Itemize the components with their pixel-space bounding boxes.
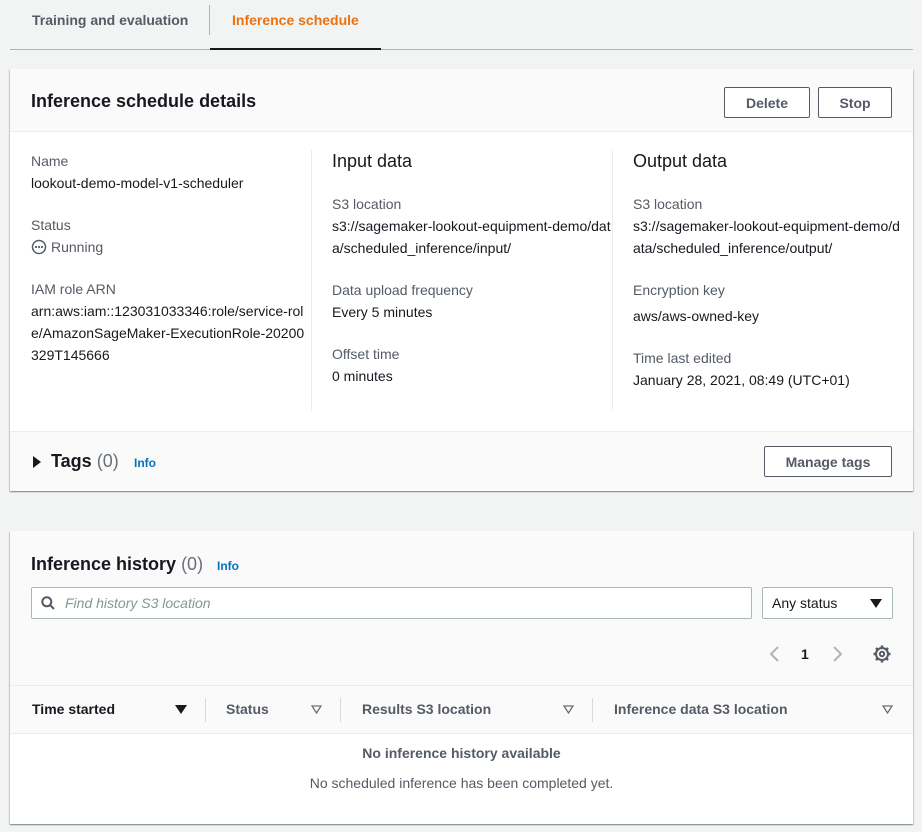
- page-number[interactable]: 1: [801, 646, 809, 662]
- offset-time-label: Offset time: [332, 346, 400, 362]
- name-value: lookout-demo-model-v1-scheduler: [31, 175, 244, 191]
- status-indicator: Running: [31, 236, 311, 258]
- status-filter-value: Any status: [772, 595, 838, 611]
- column-divider: [592, 698, 593, 722]
- encryption-key-label: Encryption key: [633, 282, 725, 298]
- column-divider: [340, 698, 341, 722]
- empty-state-description: No scheduled inference has been complete…: [309, 775, 614, 791]
- column-divider: [311, 150, 312, 411]
- upload-frequency-label: Data upload frequency: [332, 282, 473, 298]
- history-title: Inference history (0): [31, 554, 203, 575]
- input-s3-value: s3://sagemaker-lookout-equipment-demo/da…: [332, 218, 611, 256]
- history-header: Inference history (0) Info Find history …: [10, 531, 913, 685]
- stop-button[interactable]: Stop: [818, 87, 892, 118]
- tags-count: (0): [96, 451, 119, 471]
- manage-tags-button[interactable]: Manage tags: [764, 446, 892, 477]
- inference-history-card: Inference history (0) Info Find history …: [10, 531, 913, 824]
- input-s3-label: S3 location: [332, 196, 402, 212]
- card-header: Inference schedule details Delete Stop: [10, 69, 913, 132]
- caret-down-icon: [870, 599, 882, 608]
- encryption-key-value: aws/aws-owned-key: [633, 308, 760, 324]
- gear-icon[interactable]: [872, 644, 892, 664]
- column-divider: [612, 150, 613, 411]
- delete-button[interactable]: Delete: [724, 87, 810, 118]
- tab-bar: Training and evaluation Inference schedu…: [10, 0, 913, 50]
- tags-section[interactable]: Tags (0) Info Manage tags: [10, 431, 913, 491]
- tags-info-link[interactable]: Info: [134, 456, 156, 470]
- output-s3-value: s3://sagemaker-lookout-equipment-demo/da…: [633, 218, 900, 256]
- sort-icon[interactable]: [563, 705, 574, 714]
- output-s3-label: S3 location: [633, 196, 703, 212]
- output-data-title: Output data: [633, 151, 728, 171]
- search-icon: [41, 596, 55, 610]
- status-value: Running: [51, 239, 104, 255]
- column-header-results-s3[interactable]: Results S3 location: [362, 701, 491, 717]
- offset-time-value: 0 minutes: [332, 368, 393, 384]
- card-title: Inference schedule details: [31, 91, 257, 111]
- status-filter-select[interactable]: Any status: [762, 587, 893, 619]
- sort-icon[interactable]: [311, 705, 322, 714]
- tags-label: Tags: [51, 451, 92, 471]
- column-divider: [205, 698, 206, 722]
- time-last-edited-value: January 28, 2021, 08:49 (UTC+01): [633, 372, 850, 388]
- output-data-column: Output data S3 location s3://sagemaker-l…: [633, 150, 903, 411]
- column-header-status[interactable]: Status: [226, 701, 269, 717]
- name-label: Name: [31, 153, 69, 169]
- sort-icon[interactable]: [882, 705, 893, 714]
- inference-schedule-details-card: Inference schedule details Delete Stop N…: [10, 69, 913, 491]
- iam-role-value: arn:aws:iam::123031033346:role/service-r…: [31, 303, 305, 363]
- time-last-edited-label: Time last edited: [633, 350, 732, 366]
- history-search-input[interactable]: Find history S3 location: [31, 587, 752, 619]
- search-placeholder: Find history S3 location: [65, 595, 211, 611]
- iam-role-label: IAM role ARN: [31, 281, 116, 297]
- tab-training-evaluation[interactable]: Training and evaluation: [10, 0, 210, 49]
- input-data-column: Input data S3 location s3://sagemaker-lo…: [332, 150, 612, 407]
- general-column: Name lookout-demo-model-v1-scheduler Sta…: [31, 150, 311, 386]
- table-header: Time started Status Results S3 location …: [10, 685, 913, 734]
- tab-inference-schedule[interactable]: Inference schedule: [210, 0, 381, 50]
- history-info-link[interactable]: Info: [217, 559, 239, 573]
- history-count: (0): [181, 554, 204, 574]
- input-data-title: Input data: [332, 151, 413, 171]
- column-header-inference-data-s3[interactable]: Inference data S3 location: [614, 701, 788, 717]
- empty-state-title: No inference history available: [362, 745, 561, 761]
- chevron-right-icon[interactable]: [830, 644, 844, 664]
- caret-right-icon[interactable]: [33, 456, 41, 468]
- sort-descending-icon[interactable]: [175, 705, 187, 714]
- upload-frequency-value: Every 5 minutes: [332, 304, 433, 320]
- column-header-time-started[interactable]: Time started: [32, 701, 115, 717]
- tags-title[interactable]: Tags (0): [51, 451, 119, 472]
- status-label: Status: [31, 217, 71, 233]
- chevron-left-icon[interactable]: [768, 644, 782, 664]
- history-label: Inference history: [31, 554, 177, 574]
- in-progress-icon: [31, 239, 47, 255]
